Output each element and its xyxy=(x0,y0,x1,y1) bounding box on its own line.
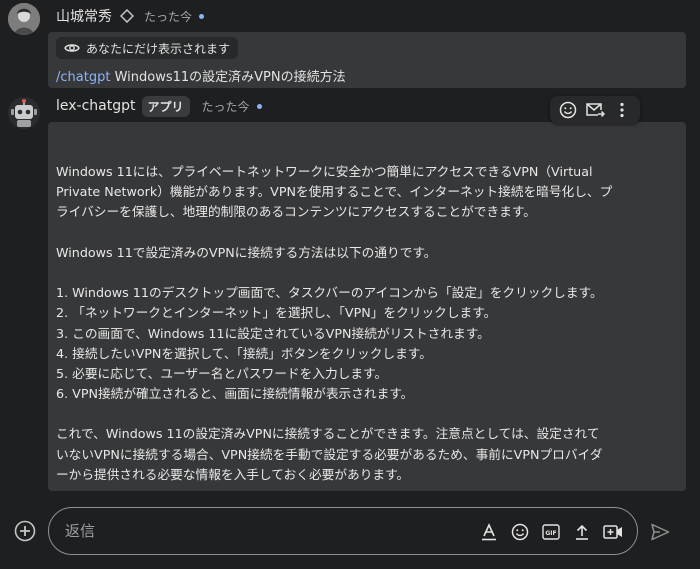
reply-composer: GIF xyxy=(48,507,638,555)
status-dot xyxy=(199,13,205,19)
app-badge: アプリ xyxy=(141,95,190,117)
bot-message-time: たった今 xyxy=(201,99,250,114)
command-query: Windows11の設定済みVPNの接続方法 xyxy=(114,70,346,85)
user-message-card: あなたにだけ表示されます /chatgpt Windows11の設定済みVPNの… xyxy=(48,32,686,88)
svg-text:GIF: GIF xyxy=(545,530,556,537)
response-line: 2. 「ネットワークとインターネット」を選択し、「VPN」をクリックします。 xyxy=(56,305,497,321)
emoji-icon[interactable] xyxy=(556,98,580,122)
response-line: Windows 11には、プライベートネットワークに安全かつ簡単にアクセスできる… xyxy=(56,164,593,179)
response-line: 6. VPN接続が確立されると、画面に接続情報が表示されます。 xyxy=(56,386,414,402)
diamond-icon xyxy=(120,9,134,23)
response-line: 3. この画面で、Windows 11に設定されているVPN接続がリストされます… xyxy=(56,325,490,341)
response-line: 1. Windows 11のデスクトップ画面で、タスクバーのアイコンから「設定」… xyxy=(56,285,603,301)
message-actions-toolbar xyxy=(550,96,640,124)
response-line: 5. 必要に応じて、ユーザー名とパスワードを入力します。 xyxy=(56,365,388,381)
text-format-icon[interactable] xyxy=(477,520,501,544)
bot-response-card: Windows 11には、プライベートネットワークに安全かつ簡単にアクセスできる… xyxy=(48,122,686,491)
private-notice-text: あなたにだけ表示されます xyxy=(86,41,231,56)
reply-input[interactable] xyxy=(65,520,445,542)
add-circle-icon[interactable] xyxy=(14,520,36,542)
user-message-text: /chatgpt Windows11の設定済みVPNの接続方法 xyxy=(56,66,346,85)
bot-sender-name[interactable]: lex-chatgpt xyxy=(56,98,136,114)
user-message-time: たった今 xyxy=(144,9,193,24)
forward-mail-icon[interactable] xyxy=(583,98,607,122)
user-avatar[interactable] xyxy=(8,3,40,35)
status-dot xyxy=(256,103,262,109)
bot-avatar[interactable] xyxy=(8,97,40,129)
user-message-header: 山城常秀 たった今 xyxy=(56,5,205,27)
emoji-icon[interactable] xyxy=(508,520,532,544)
upload-icon[interactable] xyxy=(570,520,594,544)
response-line: Windows 11で設定済みのVPNに接続する方法は以下の通りです。 xyxy=(56,244,437,260)
video-add-icon[interactable] xyxy=(601,520,625,544)
private-visibility-chip: あなたにだけ表示されます xyxy=(56,37,239,59)
response-line: いないVPNに接続する場合、VPN接続を手動で設定する必要があるため、事前にVP… xyxy=(56,446,603,462)
response-line: ライバシーを保護し、地理的制限のあるコンテンツにアクセスすることができます。 xyxy=(56,204,536,220)
bot-message-header: lex-chatgpt アプリ たった今 xyxy=(56,95,262,117)
composer-tools: GIF xyxy=(470,520,625,544)
response-line: ーから提供される必要な情報を入手しておく必要があります。 xyxy=(56,466,410,482)
response-line: Private Network）機能があります。VPNを使用することで、インター… xyxy=(56,184,613,200)
send-icon[interactable] xyxy=(648,520,672,544)
user-sender-name[interactable]: 山城常秀 xyxy=(56,6,112,26)
more-vert-icon[interactable] xyxy=(610,98,634,122)
response-line: これで、Windows 11の設定済みVPNに接続することができます。注意点とし… xyxy=(56,426,600,442)
slash-command[interactable]: /chatgpt xyxy=(56,70,110,85)
bot-response-text: Windows 11には、プライベートネットワークに安全かつ簡単にアクセスできる… xyxy=(56,162,682,485)
eye-icon xyxy=(64,39,80,58)
response-line: 4. 接続したいVPNを選択して、「接続」ボタンをクリックします。 xyxy=(56,345,432,361)
gif-icon[interactable]: GIF xyxy=(539,520,563,544)
